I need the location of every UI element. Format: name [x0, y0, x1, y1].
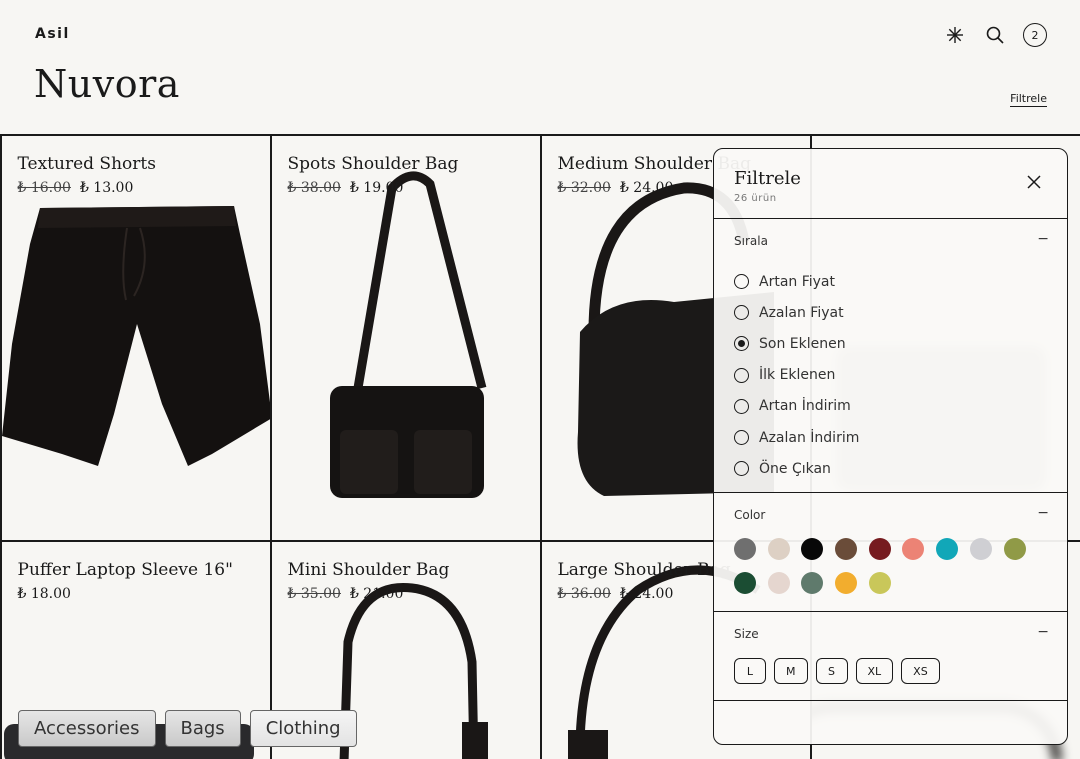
sort-option-label: Son Eklenen [759, 335, 846, 352]
color-swatch[interactable] [868, 571, 891, 594]
filter-panel: Filtrele 26 ürün Sırala − Artan Fiyat Aza… [713, 148, 1068, 745]
category-chip-bags[interactable]: Bags [164, 710, 241, 747]
product-title[interactable]: Mini Shoulder Bag [288, 560, 450, 580]
sort-option[interactable]: Artan İndirim [734, 391, 859, 422]
product-title[interactable]: Puffer Laptop Sleeve 16" [18, 560, 233, 580]
radio-button[interactable] [734, 367, 749, 383]
size-section-title[interactable]: Size [734, 627, 759, 641]
color-swatch[interactable] [902, 538, 925, 560]
radio-button[interactable] [734, 398, 749, 414]
product-card[interactable]: Spots Shoulder Bag ₺ 38.00 ₺ 19.00 [272, 136, 540, 540]
radio-button[interactable] [734, 274, 749, 290]
color-swatch[interactable] [969, 538, 992, 560]
size-options: L M S XL XS [734, 658, 940, 684]
collapse-icon[interactable]: − [1037, 505, 1049, 521]
sort-option-label: Artan Fiyat [759, 273, 836, 290]
size-option[interactable]: XS [901, 658, 940, 684]
filter-link[interactable]: Filtrele [1010, 92, 1047, 107]
sort-option-label: Azalan Fiyat [759, 304, 844, 321]
product-prices: ₺ 35.00 ₺ 21.00 [288, 586, 404, 602]
sort-section-title[interactable]: Sırala [734, 234, 768, 248]
color-swatch[interactable] [868, 538, 891, 560]
filter-panel-header: Filtrele 26 ürün [714, 149, 1067, 219]
price: ₺ 21.00 [349, 586, 404, 602]
close-icon[interactable] [1027, 175, 1041, 189]
product-prices: ₺ 32.00 ₺ 24.00 [558, 180, 674, 196]
collapse-icon[interactable]: − [1037, 624, 1049, 640]
product-prices: ₺ 16.00 ₺ 13.00 [18, 180, 134, 196]
color-swatch[interactable] [734, 538, 756, 560]
brand-title[interactable]: Nuvora [34, 62, 180, 106]
sort-option-label: Artan İndirim [759, 398, 851, 415]
sort-option[interactable]: İlk Eklenen [734, 360, 859, 391]
price: ₺ 24.00 [619, 180, 674, 196]
product-card[interactable]: Textured Shorts ₺ 16.00 ₺ 13.00 [1, 136, 270, 540]
product-image-shorts [1, 206, 270, 466]
color-swatch[interactable] [835, 538, 858, 560]
radio-button[interactable] [734, 430, 749, 446]
product-prices: ₺ 18.00 [18, 586, 71, 602]
color-swatch[interactable] [936, 538, 959, 560]
price: ₺ 18.00 [17, 586, 71, 602]
color-swatch[interactable] [767, 571, 790, 594]
category-chip-clothing[interactable]: Clothing [249, 710, 357, 747]
size-option[interactable]: M [774, 658, 808, 684]
size-option[interactable]: S [815, 658, 848, 684]
size-option[interactable]: XL [855, 658, 894, 684]
size-section: Size − L M S XL XS [714, 612, 1067, 701]
collapse-icon[interactable]: − [1037, 231, 1049, 247]
filter-result-count: 26 ürün [734, 193, 777, 204]
sort-options: Artan Fiyat Azalan Fiyat Son Eklenen İlk Ek… [734, 266, 859, 484]
radio-button[interactable] [734, 305, 749, 321]
product-title[interactable]: Textured Shorts [18, 154, 156, 174]
old-price: ₺ 38.00 [287, 180, 341, 196]
brand-small[interactable]: Asil [35, 26, 70, 42]
category-chip-accessories[interactable]: Accessories [18, 710, 156, 747]
search-icon[interactable] [983, 23, 1007, 47]
old-price: ₺ 16.00 [17, 180, 71, 196]
price: ₺ 13.00 [79, 180, 134, 196]
sparkle-icon[interactable] [943, 23, 967, 47]
sort-option[interactable]: Artan Fiyat [734, 266, 859, 297]
color-swatches [734, 538, 1044, 594]
product-prices: ₺ 38.00 ₺ 19.00 [288, 180, 404, 196]
sort-option[interactable]: Öne Çıkan [734, 453, 859, 484]
sort-option[interactable]: Azalan İndirim [734, 422, 859, 453]
filter-panel-title: Filtrele [734, 168, 801, 189]
color-swatch[interactable] [767, 538, 790, 560]
color-swatch[interactable] [1003, 538, 1026, 560]
product-title[interactable]: Large Shoulder Bag [558, 560, 731, 580]
color-swatch[interactable] [801, 571, 824, 594]
cart-count-badge[interactable]: 2 [1023, 23, 1047, 47]
color-swatch[interactable] [734, 571, 756, 594]
sort-section: Sırala − Artan Fiyat Azalan Fiyat Son Ekle… [714, 219, 1067, 493]
old-price: ₺ 32.00 [557, 180, 611, 196]
old-price: ₺ 35.00 [287, 586, 341, 602]
color-section-title[interactable]: Color [734, 508, 765, 522]
color-swatch[interactable] [801, 538, 824, 560]
sort-option-label: Azalan İndirim [759, 429, 860, 446]
old-price: ₺ 36.00 [557, 586, 611, 602]
price: ₺ 19.00 [349, 180, 404, 196]
sort-option[interactable]: Son Eklenen [734, 328, 859, 359]
sort-option-label: İlk Eklenen [759, 367, 836, 384]
product-prices: ₺ 36.00 ₺ 24.00 [558, 586, 674, 602]
header-actions: 2 [943, 23, 1047, 47]
price: ₺ 24.00 [619, 586, 674, 602]
radio-button[interactable] [734, 336, 749, 352]
product-title[interactable]: Spots Shoulder Bag [288, 154, 459, 174]
color-swatch[interactable] [835, 571, 858, 594]
sort-option-label: Öne Çıkan [759, 460, 831, 477]
product-image-spots-bag [329, 171, 486, 498]
color-section: Color − [714, 493, 1067, 612]
category-chips: Accessories Bags Clothing [18, 710, 357, 747]
radio-button[interactable] [734, 461, 749, 477]
size-option[interactable]: L [734, 658, 766, 684]
sort-option[interactable]: Azalan Fiyat [734, 297, 859, 328]
